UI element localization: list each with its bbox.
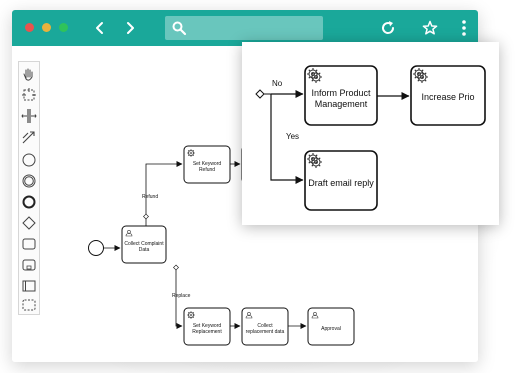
task-label-approval: Approval <box>321 325 341 332</box>
edge-label-no: No <box>272 79 283 88</box>
zoom-popup: No Yes Inform Product Management Increas… <box>242 42 499 225</box>
popup-label-draft-email: Draft email reply <box>308 177 374 188</box>
more-vert-icon[interactable] <box>455 18 473 38</box>
popup-gateway <box>255 89 265 99</box>
edge-label-replace: Replace <box>172 293 191 299</box>
minimize-window-dot[interactable] <box>42 23 51 32</box>
chevron-right-icon[interactable] <box>121 18 139 38</box>
start-event <box>88 240 104 256</box>
chevron-left-icon[interactable] <box>91 18 109 38</box>
maximize-window-dot[interactable] <box>59 23 68 32</box>
popup-label-inform: Inform Product Management <box>311 88 371 109</box>
reload-icon[interactable] <box>379 18 397 38</box>
edge-label-yes: Yes <box>286 132 300 141</box>
browser-toolbar <box>12 10 478 46</box>
edge-label-refund: Refund <box>142 194 159 200</box>
close-window-dot[interactable] <box>25 23 34 32</box>
search-icon <box>171 20 187 36</box>
task-label-collect-replacement: Collect replacement data <box>245 322 285 335</box>
popup-label-increase-prio: Increase Prio <box>421 91 475 102</box>
task-label-collect-complaint: Collect Complaint Data <box>124 240 164 253</box>
task-label-set-keyword-replacement: Set Keyword Replacement <box>192 322 222 335</box>
task-label-set-keyword-refund: Set Keyword Refund <box>192 160 222 173</box>
star-icon[interactable] <box>421 18 439 38</box>
url-bar[interactable] <box>165 16 323 40</box>
